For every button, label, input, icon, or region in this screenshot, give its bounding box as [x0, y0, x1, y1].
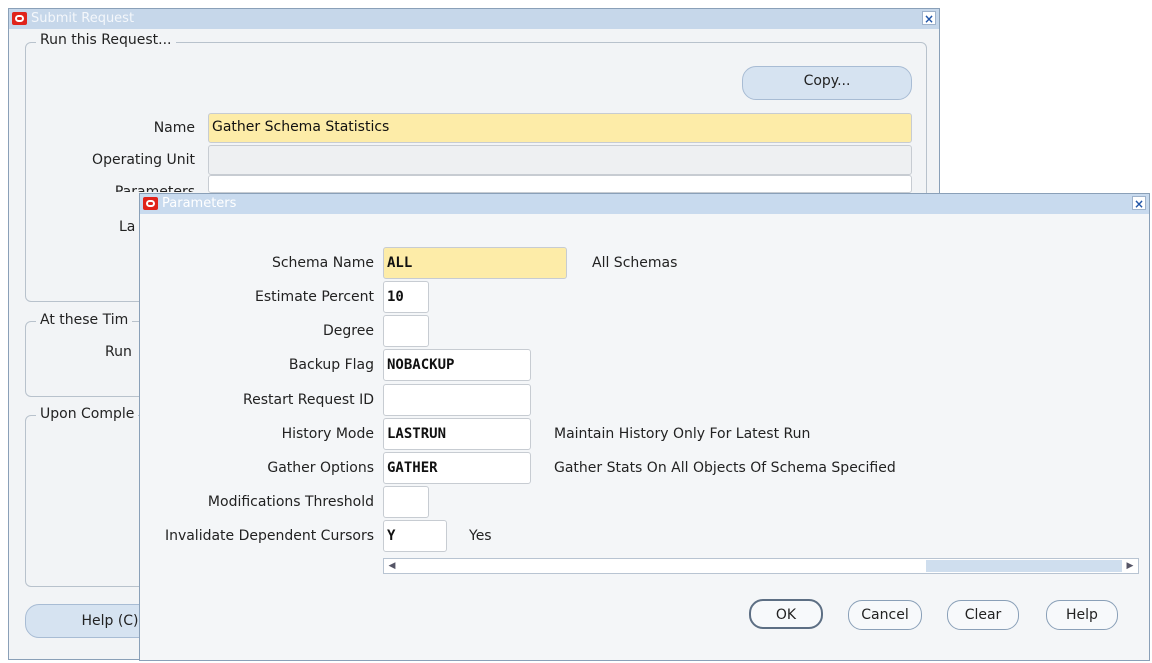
- history-mode-field[interactable]: LASTRUN: [383, 418, 531, 450]
- parameters-field[interactable]: [208, 175, 912, 193]
- modifications-threshold-field[interactable]: [383, 486, 429, 518]
- schema-name-description: All Schemas: [592, 255, 678, 271]
- submit-request-titlebar[interactable]: Submit Request ×: [9, 9, 939, 29]
- close-icon[interactable]: ×: [922, 11, 936, 26]
- restart-request-id-field[interactable]: [383, 384, 531, 416]
- backup-flag-field[interactable]: NOBACKUP: [383, 349, 531, 381]
- gather-options-description: Gather Stats On All Objects Of Schema Sp…: [554, 460, 896, 476]
- clear-button[interactable]: Clear: [947, 600, 1019, 630]
- parameters-titlebar[interactable]: Parameters ×: [140, 194, 1149, 214]
- gather-options-label: Gather Options: [267, 460, 374, 476]
- help-button[interactable]: Help: [1046, 600, 1118, 630]
- scroll-left-icon[interactable]: ◀: [384, 559, 400, 573]
- scrollbar-thumb[interactable]: [926, 560, 1122, 572]
- restart-request-id-label: Restart Request ID: [243, 392, 374, 408]
- gather-options-field[interactable]: GATHER: [383, 452, 531, 484]
- estimate-percent-label: Estimate Percent: [255, 289, 374, 305]
- cancel-button[interactable]: Cancel: [848, 600, 922, 630]
- invalidate-dependent-cursors-field[interactable]: Y: [383, 520, 447, 552]
- scroll-right-icon[interactable]: ▶: [1122, 559, 1138, 573]
- language-label: La: [119, 219, 136, 235]
- name-field[interactable]: Gather Schema Statistics: [208, 113, 912, 143]
- history-mode-label: History Mode: [281, 426, 374, 442]
- parameters-window: Parameters × Schema Name ALL All Schemas…: [139, 193, 1150, 661]
- copy-button[interactable]: Copy...: [742, 66, 912, 100]
- operating-unit-label: Operating Unit: [92, 152, 195, 168]
- modifications-threshold-label: Modifications Threshold: [207, 494, 374, 510]
- horizontal-scrollbar[interactable]: ◀ ▶: [383, 558, 1139, 574]
- parameters-label: Parameters: [114, 184, 195, 192]
- window-title: Submit Request: [31, 11, 135, 26]
- oracle-logo-icon: [12, 12, 27, 25]
- schema-name-field[interactable]: ALL: [383, 247, 567, 279]
- schedule-group-label: At these Tim: [36, 312, 133, 328]
- schema-name-label: Schema Name: [271, 255, 374, 271]
- oracle-logo-icon: [143, 197, 158, 210]
- degree-field[interactable]: [383, 315, 429, 347]
- history-mode-description: Maintain History Only For Latest Run: [554, 426, 811, 442]
- operating-unit-field[interactable]: [208, 145, 912, 175]
- invalidate-dependent-cursors-label: Invalidate Dependent Cursors: [164, 528, 374, 544]
- estimate-percent-field[interactable]: 10: [383, 281, 429, 313]
- scrollbar-track: [400, 560, 926, 572]
- run-request-group-label: Run this Request...: [36, 32, 176, 48]
- completion-group-label: Upon Comple: [36, 406, 139, 422]
- backup-flag-label: Backup Flag: [288, 357, 374, 373]
- run-label: Run: [105, 344, 132, 360]
- name-label: Name: [153, 120, 195, 136]
- ok-button[interactable]: OK: [749, 599, 823, 629]
- invalidate-dependent-cursors-description: Yes: [469, 528, 492, 544]
- close-icon[interactable]: ×: [1132, 196, 1146, 211]
- degree-label: Degree: [323, 323, 374, 339]
- window-title: Parameters: [162, 196, 237, 211]
